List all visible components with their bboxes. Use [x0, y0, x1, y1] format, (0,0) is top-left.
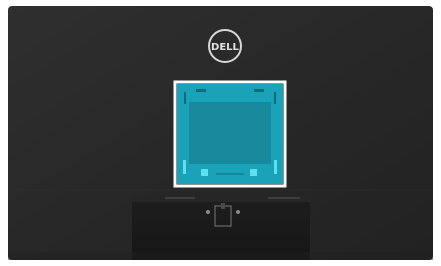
vesa-slot-bottom-right [274, 160, 277, 174]
vesa-clip-left [201, 169, 208, 176]
monitor-back-illustration: DELL [0, 0, 441, 266]
vesa-slot-bottom-left [183, 160, 186, 174]
vesa-notch-right [254, 89, 264, 92]
vesa-slot-top-left [184, 92, 186, 104]
vesa-clip-right [250, 169, 257, 176]
panel-bottom-shadow [8, 252, 433, 260]
stand-screw-left [206, 210, 210, 214]
stand-screw-right [236, 210, 240, 214]
cable-clip-hook [221, 203, 225, 209]
vesa-slot-top-right [274, 92, 276, 104]
monitor-back-photo: DELL [0, 0, 441, 266]
vesa-mount-highlight [173, 80, 287, 188]
vesa-notch-left [196, 89, 206, 92]
dell-logo-text: DELL [211, 42, 240, 53]
vesa-inner-plate [189, 102, 271, 164]
monitor-stand [132, 194, 310, 260]
